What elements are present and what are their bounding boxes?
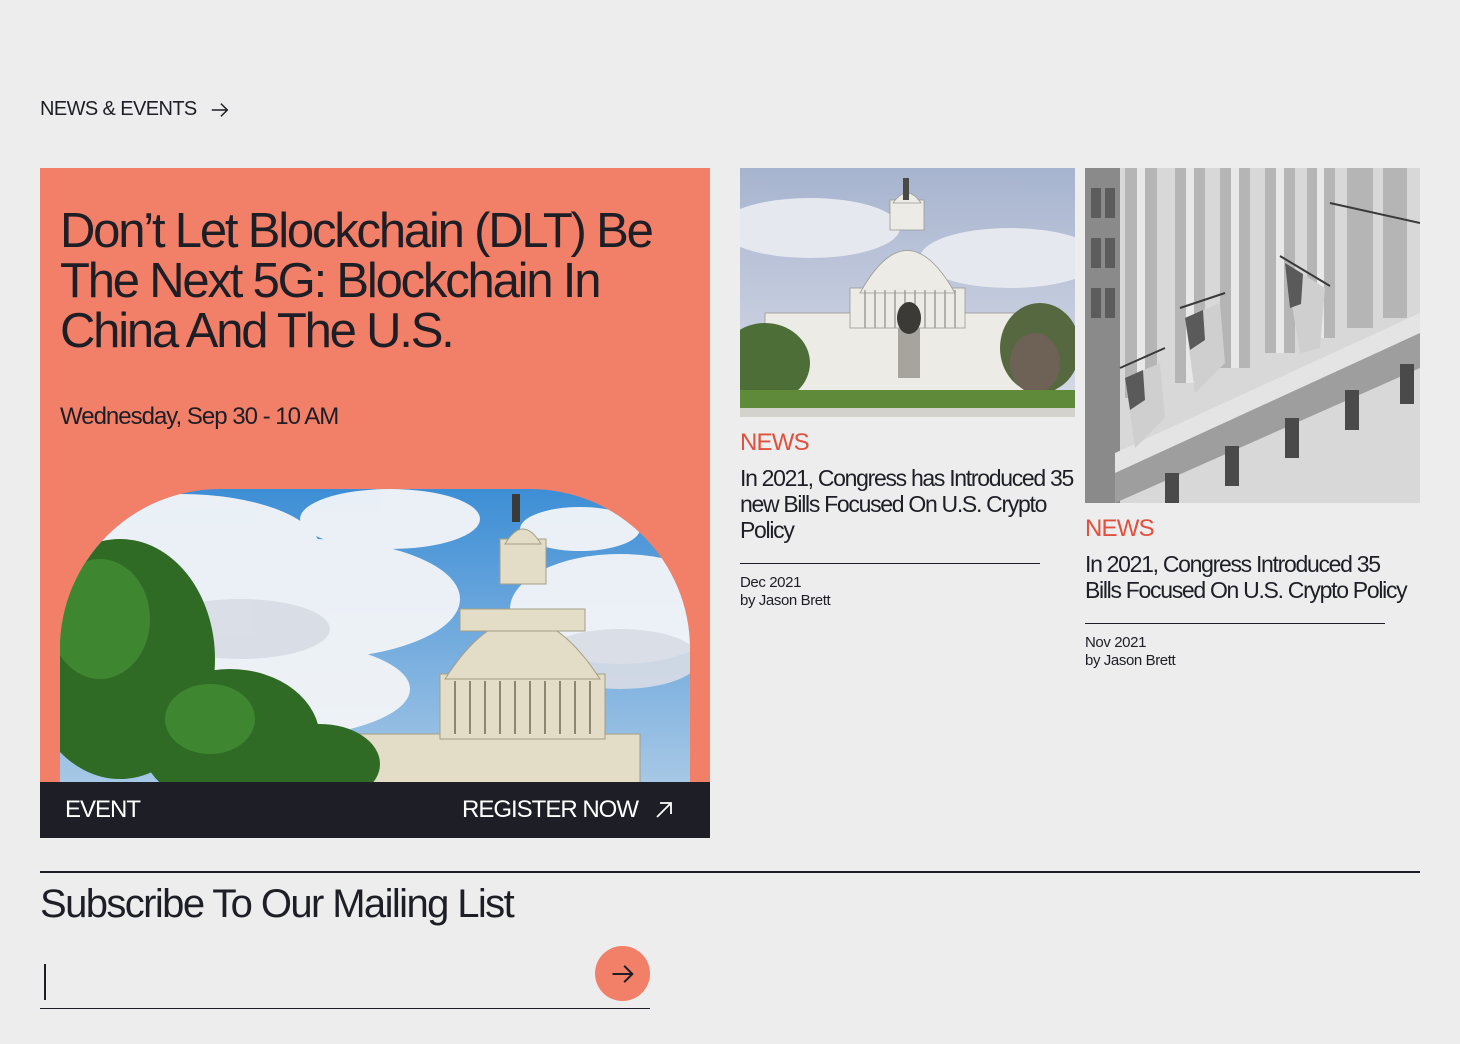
arrow-right-icon: [612, 964, 634, 983]
news-date: Nov 2021: [1085, 634, 1147, 651]
news-nyse-image: [1085, 168, 1420, 503]
news-title-link[interactable]: In 2021, Congress Introduced 35 Bills Fo…: [1085, 551, 1420, 603]
subscribe-divider: [40, 871, 1420, 873]
news-card[interactable]: NEWS In 2021, Congress has Introduced 35…: [740, 168, 1075, 610]
arrow-up-right-icon: [656, 802, 672, 818]
event-footer: EVENT REGISTER NOW: [40, 782, 710, 838]
email-input[interactable]: [40, 962, 580, 1002]
subscribe-title: Subscribe To Our Mailing List: [40, 882, 515, 926]
event-date: Wednesday, Sep 30 - 10 AM: [60, 403, 339, 430]
text-caret: [44, 964, 46, 1000]
news-meta: Nov 2021 by Jason Brett: [1085, 634, 1420, 670]
subscribe-submit-button[interactable]: [595, 946, 650, 1001]
register-now-button[interactable]: REGISTER NOW: [462, 796, 676, 824]
event-capitol-image: [60, 489, 690, 789]
news-date: Dec 2021: [740, 574, 802, 591]
subscribe-form: [40, 944, 650, 1009]
register-now-label: REGISTER NOW: [461, 796, 639, 823]
news-tag: NEWS: [740, 429, 810, 456]
event-title: Don’t Let Blockchain (DLT) Be The Next 5…: [60, 204, 654, 358]
news-capitol-image: [740, 168, 1075, 417]
news-divider: [740, 563, 1040, 564]
event-card[interactable]: Don’t Let Blockchain (DLT) Be The Next 5…: [40, 168, 710, 838]
news-card[interactable]: NEWS In 2021, Congress Introduced 35 Bil…: [1085, 168, 1420, 670]
event-type-label: EVENT: [65, 796, 141, 823]
news-divider: [1085, 623, 1385, 624]
news-tag: NEWS: [1085, 515, 1155, 542]
news-title-link[interactable]: In 2021, Congress has Introduced 35 new …: [740, 465, 1075, 543]
arrow-right-icon: [211, 102, 229, 117]
news-author: by Jason Brett: [1085, 652, 1176, 669]
news-meta: Dec 2021 by Jason Brett: [740, 574, 1075, 610]
news-events-label: NEWS & EVENTS: [40, 98, 197, 120]
news-author: by Jason Brett: [740, 592, 831, 609]
news-events-link[interactable]: NEWS & EVENTS: [40, 98, 231, 121]
